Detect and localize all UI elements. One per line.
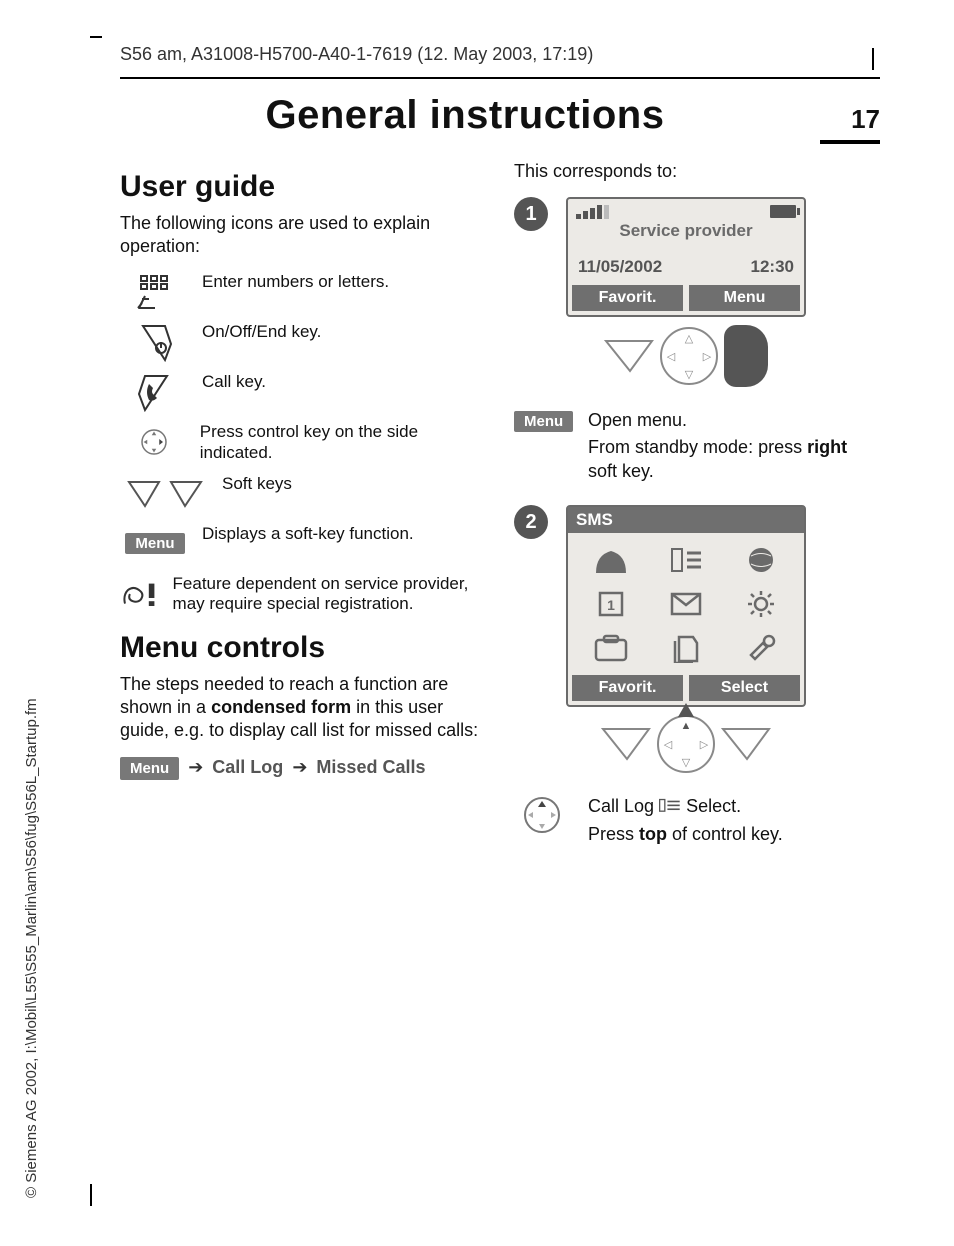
menu-softkey-icon: Menu: [120, 524, 190, 564]
battery-icon: [770, 205, 796, 218]
heading-user-guide: User guide: [120, 170, 486, 204]
corresponds-to: This corresponds to:: [514, 160, 880, 183]
arrow-right-icon: [288, 757, 311, 777]
icon-desc: Soft keys: [222, 474, 292, 495]
menu-icon-sim: 1: [576, 585, 645, 623]
screen-date: 11/05/2002: [578, 257, 662, 277]
icon-desc: Call key.: [202, 372, 266, 393]
step-badge-2: 2: [514, 505, 548, 539]
keypad-icon: [120, 272, 190, 312]
left-softkey-label: Favorit.: [572, 675, 683, 701]
dpad-icon: △◁▷▽: [660, 327, 718, 385]
call-key-icon: [120, 372, 190, 412]
nav-step: Missed Calls: [316, 757, 425, 777]
right-softkey-label: Select: [689, 675, 800, 701]
svg-text:1: 1: [607, 597, 615, 613]
menu-open-text: Open menu. From standby mode: press righ…: [588, 409, 880, 483]
left-softkey-icon: [604, 339, 654, 373]
screen-title: SMS: [568, 507, 804, 533]
control-key-icon: [120, 422, 188, 462]
user-guide-intro: The following icons are used to explain …: [120, 212, 486, 258]
right-softkey-icon: [721, 727, 771, 761]
icon-desc: Feature dependent on service provider, m…: [173, 574, 486, 615]
provider-label: Service provider: [568, 219, 804, 257]
column-right: This corresponds to: 1 Service provider: [514, 154, 880, 868]
soft-keys-icon: [120, 474, 210, 514]
menu-icon-organizer: [576, 629, 645, 667]
menu-icon-files: [651, 629, 720, 667]
menu-icon-settings: [727, 629, 796, 667]
icon-desc: Enter numbers or letters.: [202, 272, 389, 293]
phone-screen-menu: SMS 1 Favorit: [566, 505, 806, 707]
step-badge-1: 1: [514, 197, 548, 231]
menu-icon-extras: [727, 585, 796, 623]
phone-screen-standby: Service provider 11/05/2002 12:30 Favori…: [566, 197, 806, 317]
records-inline-icon: [659, 798, 681, 814]
column-left: User guide The following icons are used …: [120, 154, 486, 868]
left-softkey-icon: [601, 727, 651, 761]
menu-controls-body: The steps needed to reach a function are…: [120, 673, 486, 742]
icon-desc: Displays a soft-key function.: [202, 524, 414, 545]
menu-icon-phonebook: [576, 541, 645, 579]
menu-icon-internet: [727, 541, 796, 579]
menu-softkey-icon: Menu: [120, 757, 179, 780]
page-number: 17: [810, 104, 880, 135]
menu-icon-messages: [651, 585, 720, 623]
nav-step: Call Log: [212, 757, 283, 777]
control-key-text: Call Log Select. Press top of control ke…: [588, 795, 783, 846]
page-title: General instructions: [120, 93, 810, 138]
provider-dependent-icon: [120, 574, 161, 614]
arrow-right-icon: [184, 757, 207, 777]
icon-desc: On/Off/End key.: [202, 322, 321, 343]
dpad-icon: ▲◁▷▽: [657, 715, 715, 773]
menu-softkey-icon: Menu: [514, 411, 573, 432]
left-softkey-label: Favorit.: [572, 285, 683, 311]
icon-desc: Press control key on the side indicated.: [200, 422, 486, 463]
right-softkey-label: Menu: [689, 285, 800, 311]
screen-time: 12:30: [751, 257, 794, 277]
side-copyright: © Siemens AG 2002, I:\Mobil\L55\S55_Marl…: [23, 698, 40, 1198]
end-key-icon: [120, 322, 190, 362]
menu-icon-records: [651, 541, 720, 579]
right-softkey-press-icon: [724, 325, 768, 387]
control-key-up-icon: [522, 795, 562, 835]
heading-menu-controls: Menu controls: [120, 631, 486, 665]
page-body: S56 am, A31008-H5700-A40-1-7619 (12. May…: [120, 44, 880, 868]
running-head: S56 am, A31008-H5700-A40-1-7619 (12. May…: [120, 44, 880, 65]
dpad-up-press-icon: [678, 703, 694, 717]
signal-icon: [576, 205, 609, 219]
